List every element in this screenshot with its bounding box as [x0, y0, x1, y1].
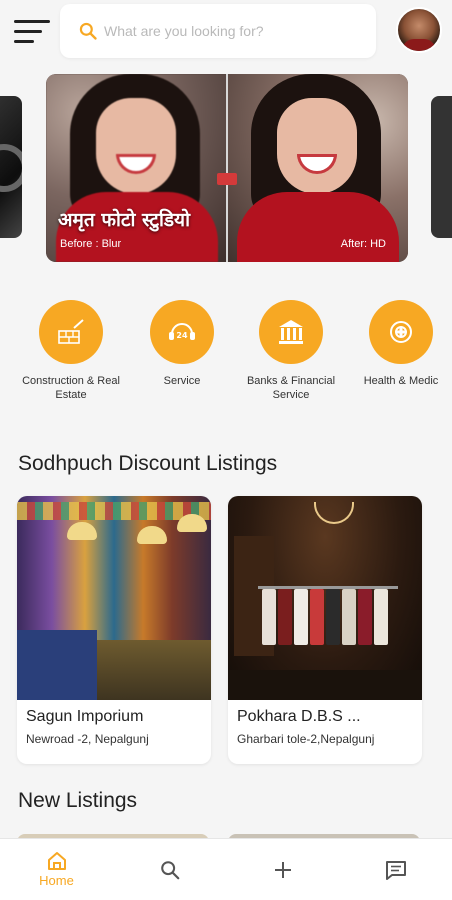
category-service[interactable]: 24 Service [127, 300, 237, 388]
category-icon-circle [259, 300, 323, 364]
plus-icon [274, 861, 291, 878]
listing-photo [228, 496, 422, 700]
home-icon [47, 852, 66, 870]
search-icon [160, 860, 179, 879]
nav-home[interactable]: Home [0, 839, 113, 900]
new-listings-title: New Listings [18, 789, 138, 812]
banner-before-image [46, 74, 227, 262]
category-icon-circle: 24 [150, 300, 214, 364]
menu-line [14, 20, 50, 23]
listing-name: Pokhara D.B.S ... [237, 708, 361, 725]
listing-address: Gharbari tole-2,Nepalgunj [237, 732, 375, 746]
nav-messages[interactable] [339, 839, 452, 900]
category-label: Construction & Real Estate [22, 375, 120, 401]
carousel-next-card[interactable] [431, 96, 452, 238]
search-input[interactable] [104, 23, 354, 39]
nav-search[interactable] [113, 839, 226, 900]
profile-avatar[interactable] [396, 7, 442, 53]
category-construction[interactable]: Construction & Real Estate [16, 300, 126, 402]
compare-handle-icon [217, 173, 237, 185]
nav-add[interactable] [226, 839, 339, 900]
menu-line [14, 30, 42, 33]
menu-icon[interactable] [14, 20, 52, 46]
listing-address: Newroad -2, Nepalgunj [26, 732, 149, 746]
brick-wall-trowel-icon [58, 319, 84, 344]
avatar-shirt [402, 39, 436, 51]
category-icon-circle [369, 300, 433, 364]
svg-text:24: 24 [176, 331, 188, 340]
search-bar[interactable] [60, 4, 376, 58]
bank-building-icon [279, 320, 303, 344]
nav-home-label: Home [39, 873, 74, 888]
banner-carousel[interactable]: अमृत फोटो स्टुडियो Before : Blur After: … [0, 74, 452, 264]
banner-after-image [227, 74, 408, 262]
category-label: Health & Medic [363, 375, 439, 387]
top-bar [0, 0, 452, 64]
carousel-prev-card[interactable] [0, 96, 22, 238]
category-label: Banks & Financial Service [246, 375, 336, 401]
discount-listings-title: Sodhpuch Discount Listings [18, 452, 278, 475]
category-banks[interactable]: Banks & Financial Service [236, 300, 346, 402]
category-icon-circle [39, 300, 103, 364]
after-label: After: HD [340, 238, 386, 250]
search-icon [79, 22, 97, 40]
listing-photo [17, 496, 211, 700]
banner-title: अमृत फोटो स्टुडियो [58, 209, 190, 231]
category-label: Service [163, 375, 201, 387]
listing-name: Sagun Imporium [26, 708, 144, 725]
medical-icon [390, 321, 412, 343]
listing-card[interactable]: Pokhara D.B.S ... Gharbari tole-2,Nepalg… [228, 496, 422, 764]
category-row: Construction & Real Estate 24 Service Ba… [0, 300, 452, 410]
compare-divider [226, 74, 228, 262]
24-hour-service-icon: 24 [169, 323, 195, 340]
menu-line [14, 40, 34, 43]
before-label: Before : Blur [60, 238, 122, 250]
chat-icon [385, 860, 406, 880]
banner-card[interactable]: अमृत फोटो स्टुडियो Before : Blur After: … [46, 74, 408, 262]
bottom-navigation: Home [0, 838, 452, 900]
listing-card[interactable]: Sagun Imporium Newroad -2, Nepalgunj [17, 496, 211, 764]
category-health[interactable]: Health & Medic [346, 300, 452, 388]
